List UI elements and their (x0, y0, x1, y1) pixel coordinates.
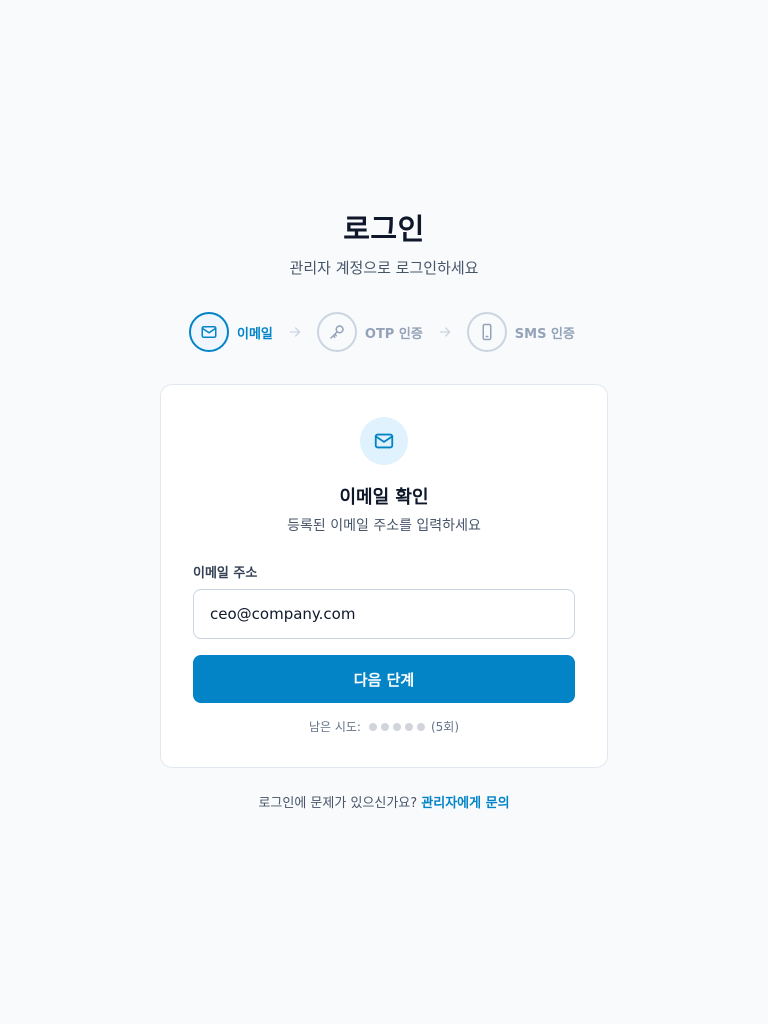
attempts-count: (5회) (430, 720, 460, 734)
attempt-dot (416, 722, 425, 731)
step-otp: OTP 인증 (316, 312, 423, 352)
email-field-label: 이메일 주소 (193, 566, 258, 581)
email-card: 이메일 확인 등록된 이메일 주소를 입력하세요 이메일 주소 다음 단계 남은… (160, 384, 608, 768)
email-field[interactable] (193, 589, 575, 639)
contact-admin-link[interactable]: 관리자에게 문의 (421, 796, 509, 811)
mail-icon (360, 417, 408, 465)
attempt-dot (380, 722, 389, 731)
help-text: 로그인에 문제가 있으신가요? (258, 796, 418, 811)
next-step-button[interactable]: 다음 단계 (193, 655, 575, 703)
help-footer: 로그인에 문제가 있으신가요? 관리자에게 문의 (0, 792, 768, 811)
page-title: 로그인 (343, 212, 425, 246)
arrow-right-icon (437, 324, 453, 340)
card-description: 등록된 이메일 주소를 입력하세요 (287, 518, 481, 534)
attempts-remaining: 남은 시도: (5회) (161, 718, 607, 735)
attempts-dots (367, 722, 427, 731)
step-email-label: 이메일 (237, 326, 273, 342)
arrow-right-icon (287, 324, 303, 340)
step-sms: SMS 인증 (466, 312, 575, 352)
step-sms-label: SMS 인증 (514, 326, 575, 342)
attempt-dot (392, 722, 401, 731)
step-otp-label: OTP 인증 (364, 326, 423, 342)
key-icon (316, 312, 357, 352)
attempt-dot (368, 722, 377, 731)
attempts-label: 남은 시도: (308, 720, 361, 734)
page-subtitle: 관리자 계정으로 로그인하세요 (289, 259, 479, 277)
card-title: 이메일 확인 (339, 487, 429, 508)
step-email: 이메일 (189, 312, 273, 352)
attempt-dot (404, 722, 413, 731)
mail-icon (189, 312, 229, 352)
phone-icon (466, 312, 507, 352)
step-indicator: 이메일 OTP 인증 SMS 인증 (189, 312, 575, 352)
